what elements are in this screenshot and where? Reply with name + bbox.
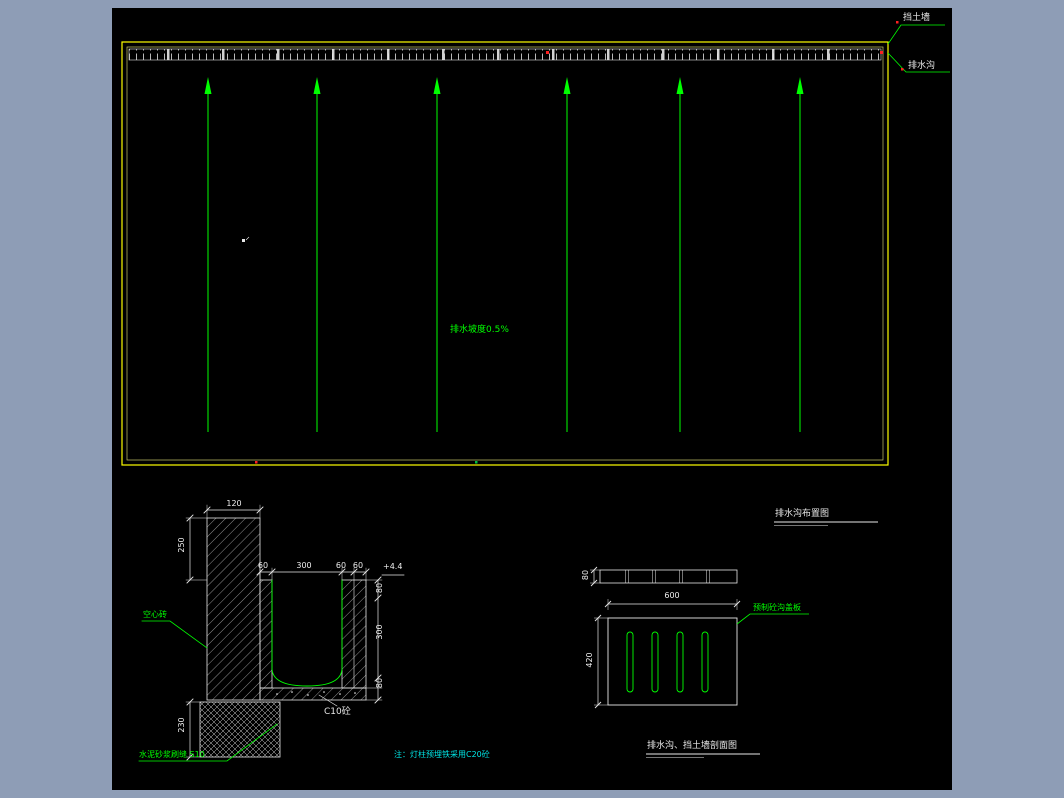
cover-slot xyxy=(627,632,633,692)
retaining-wall-label: 挡土墙 xyxy=(903,14,930,23)
flow-arrows xyxy=(205,77,804,432)
cover-slot xyxy=(652,632,658,692)
plan-outer-border xyxy=(122,42,888,465)
brick-footing xyxy=(200,702,280,757)
channel-bottom-slab xyxy=(260,688,366,700)
red-marker xyxy=(880,51,883,54)
green-marker xyxy=(475,461,478,464)
cover-label-leader xyxy=(737,614,809,624)
channel-left-wall xyxy=(260,580,272,688)
dim-cover-height: 420 xyxy=(586,647,594,673)
hollow-brick-label: 空心砖 xyxy=(143,611,167,619)
retaining-wall-leader xyxy=(888,25,945,44)
mortar-label: 水泥砂浆刷缝 S10 xyxy=(139,751,205,759)
cover-view xyxy=(590,522,878,758)
hollow-brick-leader xyxy=(142,621,207,648)
concrete-label: C10砼 xyxy=(324,708,351,717)
red-marker xyxy=(896,21,899,24)
drain-label: 排水沟 xyxy=(908,62,935,71)
channel-gutter-line xyxy=(272,580,342,686)
layout-title: 排水沟布置图 xyxy=(775,510,829,519)
dim-slab-height: 80 xyxy=(376,670,384,696)
dim-rim-height: 80 xyxy=(376,575,384,601)
point-marker xyxy=(242,239,245,242)
dim-left-wall: 60 xyxy=(255,562,271,570)
dim-wall-width: 120 xyxy=(217,500,251,508)
red-marker xyxy=(546,51,549,54)
cad-canvas: 排水坡度0.5% 挡土墙 排水沟 120 250 60 300 60 60 +4… xyxy=(112,8,952,790)
cover-label: 预制砼沟盖板 xyxy=(753,604,801,612)
red-marker xyxy=(901,68,904,71)
plan-view xyxy=(122,21,950,465)
dim-cover-width: 600 xyxy=(652,592,692,600)
section-title: 排水沟、挡土墙剖面图 xyxy=(647,742,737,751)
dim-channel-width: 300 xyxy=(293,562,315,570)
dim-right-wall: 60 xyxy=(333,562,349,570)
dim-right-lip: 60 xyxy=(350,562,366,570)
dim-cover-thickness: 80 xyxy=(582,562,590,588)
wall-stem xyxy=(207,518,260,700)
cad-drawing xyxy=(112,8,952,790)
cover-slot xyxy=(677,632,683,692)
elevation-label: +4.4 xyxy=(383,563,402,571)
cover-side-view xyxy=(600,570,737,583)
dim-wall-upper-height: 250 xyxy=(178,532,186,558)
cover-slot xyxy=(702,632,708,692)
note-label: 注：灯柱预埋铁采用C20砼 xyxy=(394,751,490,759)
red-marker xyxy=(255,461,258,464)
drain-grate-panel-joints xyxy=(129,49,881,60)
dim-channel-depth: 300 xyxy=(376,619,384,645)
plan-inner-border xyxy=(127,47,883,460)
slope-label: 排水坡度0.5% xyxy=(450,326,509,335)
dim-footing-height: 230 xyxy=(178,712,186,738)
